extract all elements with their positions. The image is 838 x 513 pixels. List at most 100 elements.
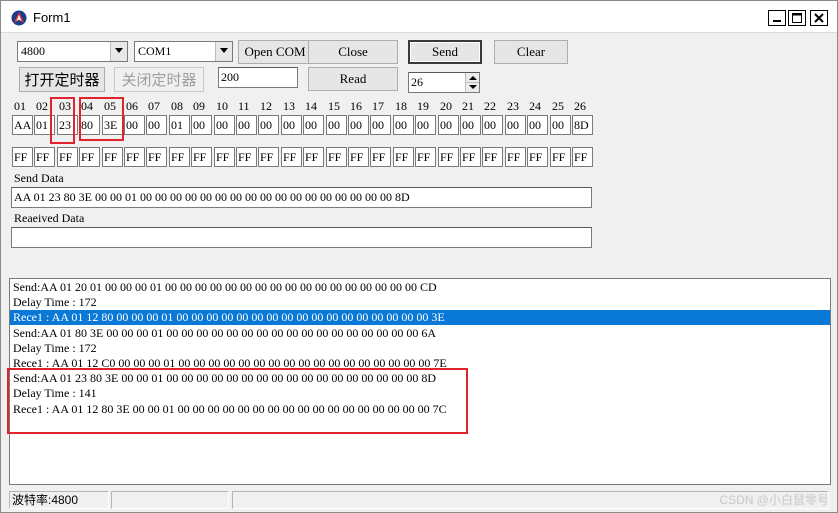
send-byte-cell[interactable]: AA [12,115,33,135]
chevron-down-icon[interactable] [215,42,232,61]
recv-byte-cell[interactable]: FF [169,147,190,167]
send-byte-cell[interactable]: 00 [438,115,459,135]
recv-byte-cell[interactable]: FF [527,147,548,167]
spin-down-icon[interactable] [466,83,479,93]
send-byte-cell[interactable]: 00 [482,115,503,135]
column-number: 14 [305,99,317,113]
open-timer-button[interactable]: 打开定时器 [19,67,105,92]
send-byte-cell[interactable]: 00 [214,115,235,135]
log-line[interactable]: Rece1 : AA 01 12 C0 00 00 00 01 00 00 00… [10,356,830,371]
open-com-button[interactable]: Open COM [238,40,312,64]
log-listbox[interactable]: Send:AA 01 20 01 00 00 00 01 00 00 00 00… [9,278,831,485]
recv-byte-cell[interactable]: FF [214,147,235,167]
send-byte-cell[interactable]: 00 [460,115,481,135]
column-number: 13 [283,99,295,113]
recv-byte-cell[interactable]: FF [34,147,55,167]
spin-up-icon[interactable] [466,73,479,83]
send-byte-cell[interactable]: 00 [527,115,548,135]
recv-byte-cell[interactable]: FF [258,147,279,167]
close-window-button[interactable] [810,10,828,26]
column-number: 07 [148,99,160,113]
recv-byte-cell[interactable]: FF [12,147,33,167]
log-line[interactable]: Send:AA 01 20 01 00 00 00 01 00 00 00 00… [10,280,830,295]
column-number: 25 [552,99,564,113]
byte-count-value: 26 [411,75,423,89]
log-line[interactable]: Rece1 : AA 01 12 80 00 00 00 01 00 00 00… [10,310,830,326]
received-data-field[interactable] [11,227,592,248]
recv-byte-cell[interactable]: FF [79,147,100,167]
recv-byte-cell[interactable]: FF [505,147,526,167]
send-byte-cell[interactable]: 00 [236,115,257,135]
log-line[interactable]: Send:AA 01 23 80 3E 00 00 01 00 00 00 00… [10,371,830,386]
com-port-value: COM1 [138,44,172,58]
chevron-down-icon[interactable] [110,42,127,61]
recv-byte-cell[interactable]: FF [281,147,302,167]
recv-byte-cell[interactable]: FF [124,147,145,167]
send-byte-cell[interactable]: 00 [303,115,324,135]
column-number: 26 [574,99,586,113]
column-number: 01 [14,99,26,113]
recv-byte-cell[interactable]: FF [550,147,571,167]
column-number: 08 [171,99,183,113]
spin-buttons[interactable] [465,73,479,92]
recv-byte-cell[interactable]: FF [572,147,593,167]
send-byte-cell[interactable]: 00 [281,115,302,135]
log-line[interactable]: Delay Time : 172 [10,341,830,356]
recv-byte-cell[interactable]: FF [370,147,391,167]
log-line[interactable]: Delay Time : 141 [10,386,830,401]
log-line[interactable]: Rece1 : AA 01 12 80 3E 00 00 01 00 00 00… [10,402,830,417]
send-byte-cell[interactable]: 23 [57,115,78,135]
send-byte-cell[interactable]: 01 [169,115,190,135]
send-byte-cell[interactable]: 00 [326,115,347,135]
recv-byte-cell[interactable]: FF [348,147,369,167]
status-panel-2 [111,491,229,509]
recv-byte-cell[interactable]: FF [146,147,167,167]
timer-interval-input[interactable]: 200 [218,67,298,88]
send-byte-cell[interactable]: 01 [34,115,55,135]
send-byte-cell[interactable]: 00 [348,115,369,135]
com-port-select[interactable]: COM1 [134,41,233,62]
recv-byte-cell[interactable]: FF [57,147,78,167]
clear-button[interactable]: Clear [494,40,568,64]
send-byte-cell[interactable]: 00 [550,115,571,135]
send-byte-cell[interactable]: 00 [370,115,391,135]
status-baud: 波特率:4800 [9,491,109,509]
recv-byte-cell[interactable]: FF [482,147,503,167]
recv-byte-cell[interactable]: FF [438,147,459,167]
maximize-icon [792,13,802,23]
recv-byte-cell[interactable]: FF [393,147,414,167]
recv-byte-cell[interactable]: FF [236,147,257,167]
recv-byte-cell[interactable]: FF [303,147,324,167]
maximize-button[interactable] [788,10,806,26]
recv-byte-cell[interactable]: FF [102,147,123,167]
recv-byte-cell[interactable]: FF [326,147,347,167]
column-number: 24 [529,99,541,113]
received-data-label: Reaeived Data [14,211,85,225]
recv-byte-cell[interactable]: FF [460,147,481,167]
close-com-button[interactable]: Close [308,40,398,64]
baud-rate-select[interactable]: 4800 [17,41,128,62]
window-title: Form1 [33,10,71,25]
close-timer-button[interactable]: 关闭定时器 [114,67,204,92]
send-byte-cell[interactable]: 00 [191,115,212,135]
send-byte-cell[interactable]: 00 [393,115,414,135]
send-byte-cell[interactable]: 00 [415,115,436,135]
send-data-field[interactable]: AA 01 23 80 3E 00 00 01 00 00 00 00 00 0… [11,187,592,208]
minimize-button[interactable] [768,10,786,26]
send-byte-cell[interactable]: 00 [258,115,279,135]
send-button[interactable]: Send [408,40,482,64]
log-line[interactable]: Send:AA 01 80 3E 00 00 00 01 00 00 00 00… [10,326,830,341]
send-byte-cell[interactable]: 00 [505,115,526,135]
column-number: 04 [81,99,93,113]
send-byte-cell[interactable]: 80 [79,115,100,135]
send-byte-cell[interactable]: 8D [572,115,593,135]
send-byte-cell[interactable]: 00 [124,115,145,135]
recv-byte-cell[interactable]: FF [415,147,436,167]
send-byte-cell[interactable]: 3E [102,115,123,135]
send-byte-cell[interactable]: 00 [146,115,167,135]
read-button[interactable]: Read [308,67,398,91]
recv-byte-cell[interactable]: FF [191,147,212,167]
column-number: 12 [260,99,272,113]
log-line[interactable]: Delay Time : 172 [10,295,830,310]
byte-count-stepper[interactable]: 26 [408,72,480,93]
